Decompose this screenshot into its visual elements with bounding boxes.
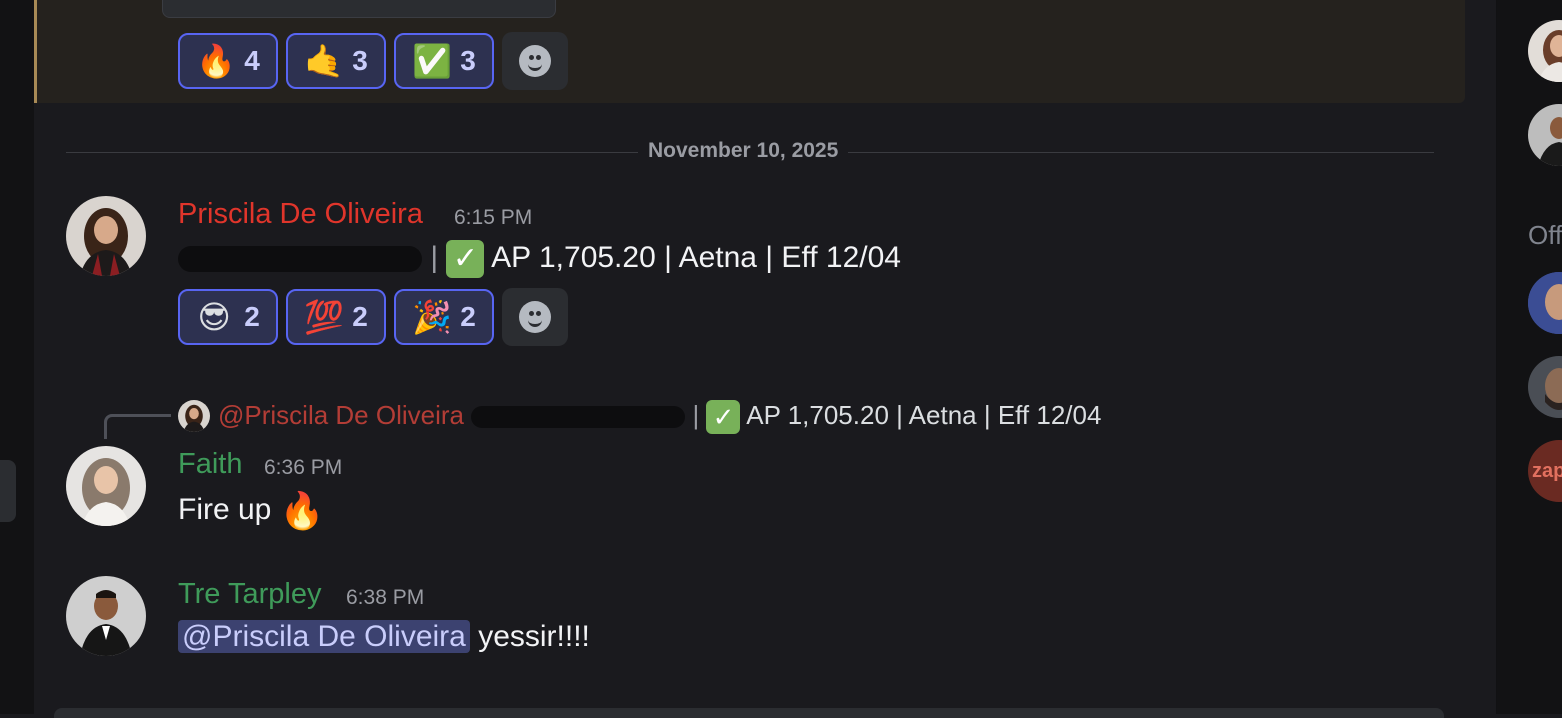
message-author[interactable]: Priscila De Oliveira (178, 198, 423, 231)
reply-text: AP 1,705.20 | Aetna | Eff 12/04 (746, 400, 1102, 430)
message-timestamp[interactable]: 6:15 PM (454, 206, 532, 230)
reaction-bar: 😎 2 💯 2 🎉 2 (178, 288, 568, 346)
message-timestamp[interactable]: 6:38 PM (346, 586, 424, 610)
smiley-icon (519, 45, 551, 77)
avatar[interactable] (66, 196, 146, 276)
check-mark-emoji-icon: ✓ (706, 400, 741, 435)
member-section-label: Off (1528, 220, 1562, 250)
reaction-call-me[interactable]: 🤙 3 (286, 33, 386, 89)
check-mark-emoji-icon: ✅ (412, 42, 453, 80)
avatar[interactable] (66, 576, 146, 656)
add-reaction-button[interactable] (502, 288, 568, 346)
sunglasses-emoji-icon: 😎 (197, 298, 231, 336)
message-author[interactable]: Faith (178, 448, 242, 481)
member-avatar[interactable] (1528, 356, 1562, 418)
message-content: @Priscila De Oliveira yessir!!!! (178, 620, 590, 654)
reaction-count: 4 (244, 45, 260, 76)
redacted-text (471, 406, 686, 429)
server-sidebar-edge (0, 0, 34, 714)
reaction-count: 3 (352, 45, 368, 76)
user-mention[interactable]: @Priscila De Oliveira (178, 620, 470, 653)
avatar[interactable] (66, 446, 146, 526)
reaction-bar-top: 🔥 4 🤙 3 ✅ 3 (178, 32, 568, 90)
reply-connector (104, 414, 171, 439)
reply-preview[interactable]: @Priscila De Oliveira | ✓ AP 1,705.20 | … (218, 400, 1102, 435)
reaction-check[interactable]: ✅ 3 (394, 33, 494, 89)
reaction-count: 3 (460, 45, 476, 76)
message-timestamp[interactable]: 6:36 PM (264, 456, 342, 480)
reaction-count: 2 (244, 301, 260, 332)
reaction-hundred[interactable]: 💯 2 (286, 289, 386, 345)
member-avatar[interactable] (1528, 104, 1562, 166)
reply-avatar[interactable] (178, 400, 210, 432)
reaction-party[interactable]: 🎉 2 (394, 289, 494, 345)
reply-mention[interactable]: @Priscila De Oliveira (218, 400, 464, 430)
fire-emoji-icon: 🔥 (279, 490, 325, 531)
smiley-icon (519, 301, 551, 333)
reaction-count: 2 (460, 301, 476, 332)
chat-area: 🔥 4 🤙 3 ✅ 3 November 10, 2025 Priscila D… (34, 0, 1486, 718)
message-popup-edge (162, 0, 556, 18)
message-content: Fire up 🔥 (178, 490, 325, 532)
message-author[interactable]: Tre Tarpley (178, 578, 321, 611)
message-text: Fire up (178, 492, 272, 526)
message-input-edge[interactable] (54, 708, 1444, 718)
panel-separator (1466, 0, 1498, 714)
member-avatar[interactable] (1528, 20, 1562, 82)
hundred-points-emoji-icon: 💯 (304, 298, 345, 336)
member-avatar[interactable] (1528, 272, 1562, 334)
reaction-count: 2 (352, 301, 368, 332)
fire-emoji-icon: 🔥 (196, 42, 237, 80)
check-mark-emoji-icon: ✓ (446, 240, 485, 278)
message-text: yessir!!!! (478, 620, 590, 653)
reaction-sunglasses[interactable]: 😎 2 (178, 289, 278, 345)
member-list: Off zap (1497, 0, 1562, 714)
sidebar-tab[interactable] (0, 460, 16, 522)
message-content: | ✓ AP 1,705.20 | Aetna | Eff 12/04 (178, 240, 901, 278)
date-divider-label: November 10, 2025 (638, 139, 849, 163)
redacted-text (178, 246, 422, 272)
party-popper-emoji-icon: 🎉 (412, 298, 453, 336)
add-reaction-button[interactable] (502, 32, 568, 90)
zap-avatar[interactable]: zap (1528, 440, 1562, 502)
call-me-hand-emoji-icon: 🤙 (304, 42, 345, 80)
message-text: AP 1,705.20 | Aetna | Eff 12/04 (491, 240, 901, 274)
reaction-fire[interactable]: 🔥 4 (178, 33, 278, 89)
